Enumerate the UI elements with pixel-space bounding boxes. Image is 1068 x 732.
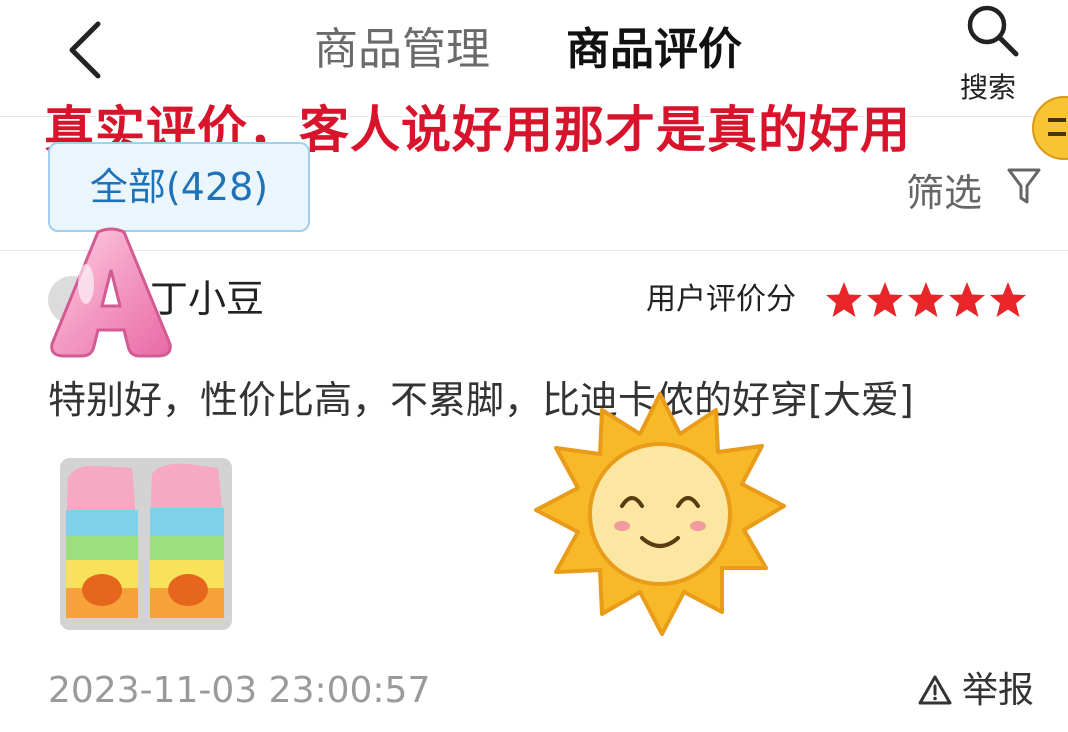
search-button[interactable]: 搜索	[950, 2, 1040, 104]
filter-all-reviews[interactable]: 全部(428)	[48, 142, 310, 232]
star-icon	[826, 282, 862, 317]
review-timestamp: 2023-11-03 23:00:57	[48, 670, 431, 711]
rating-label: 用户评价分	[646, 282, 796, 317]
star-icon	[990, 282, 1026, 317]
search-label: 搜索	[960, 71, 1017, 104]
tab-product-management[interactable]: 商品管理	[314, 20, 490, 80]
star-rating	[824, 280, 1029, 320]
emoji-mouth-line	[1048, 132, 1066, 136]
tab-product-reviews[interactable]: 商品评价	[566, 20, 742, 80]
funnel-icon	[1007, 168, 1041, 204]
report-label: 举报	[962, 670, 1035, 711]
filter-label: 筛选	[906, 171, 983, 215]
warning-triangle-icon	[918, 675, 952, 705]
report-button[interactable]: 举报	[918, 666, 1034, 716]
chevron-left-icon	[69, 21, 101, 79]
filter-button[interactable]: 筛选	[906, 162, 1041, 215]
magnifier-icon	[967, 5, 1019, 57]
star-icon	[949, 282, 985, 317]
star-icon	[908, 282, 944, 317]
emoji-eye-line	[1048, 118, 1066, 122]
smiling-sun-sticker	[534, 392, 786, 636]
review-photo[interactable]	[60, 458, 232, 630]
top-bar: 商品管理 商品评价 搜索	[0, 0, 1068, 112]
rainbow-swim-fins-photo	[60, 458, 232, 630]
back-button[interactable]	[60, 18, 116, 82]
star-icon	[867, 282, 903, 317]
letter-a-sticker	[50, 227, 172, 358]
